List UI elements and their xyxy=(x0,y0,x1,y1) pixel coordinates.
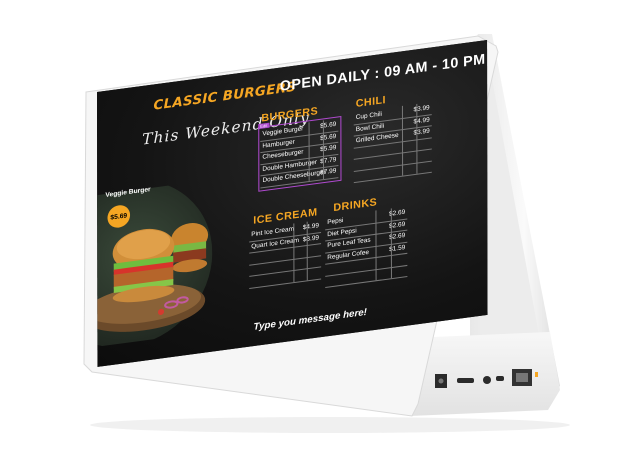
column-divider xyxy=(308,122,310,181)
column-divider xyxy=(375,210,377,281)
drinks-heading: DRINKS xyxy=(333,196,378,215)
custom-message[interactable]: Type you message here! xyxy=(253,307,366,333)
usb-port-icon xyxy=(457,378,474,383)
menu-item-price: $8.99 xyxy=(302,233,320,243)
column-divider xyxy=(322,120,325,179)
row-divider xyxy=(249,254,322,266)
row-divider xyxy=(249,266,322,277)
feature-price: $5.69 xyxy=(110,211,128,222)
row-divider xyxy=(353,171,432,184)
chili-heading: CHILI xyxy=(355,93,386,111)
usb-c-port-icon xyxy=(496,376,504,381)
menu-item-price: $4.99 xyxy=(302,222,319,232)
burger-photo xyxy=(97,180,213,347)
floor-shadow xyxy=(90,417,570,433)
column-divider xyxy=(416,103,418,174)
row-divider xyxy=(353,148,432,160)
column-divider xyxy=(391,208,393,279)
row-divider xyxy=(353,160,432,172)
row-divider xyxy=(249,277,322,289)
menu-display-screen: CLASSIC BURGERS OPEN DAILY : 09 AM - 10 … xyxy=(97,40,488,367)
menu-item-name: Pepsi xyxy=(327,216,344,227)
audio-jack-icon xyxy=(483,376,491,384)
column-divider xyxy=(401,105,403,176)
column-divider xyxy=(293,223,295,282)
brand-title: CLASSIC BURGERS xyxy=(153,79,297,114)
row-divider xyxy=(325,276,408,289)
menu-item-name: Cup Chili xyxy=(355,110,383,122)
row-divider xyxy=(325,264,408,277)
column-divider xyxy=(306,221,308,280)
